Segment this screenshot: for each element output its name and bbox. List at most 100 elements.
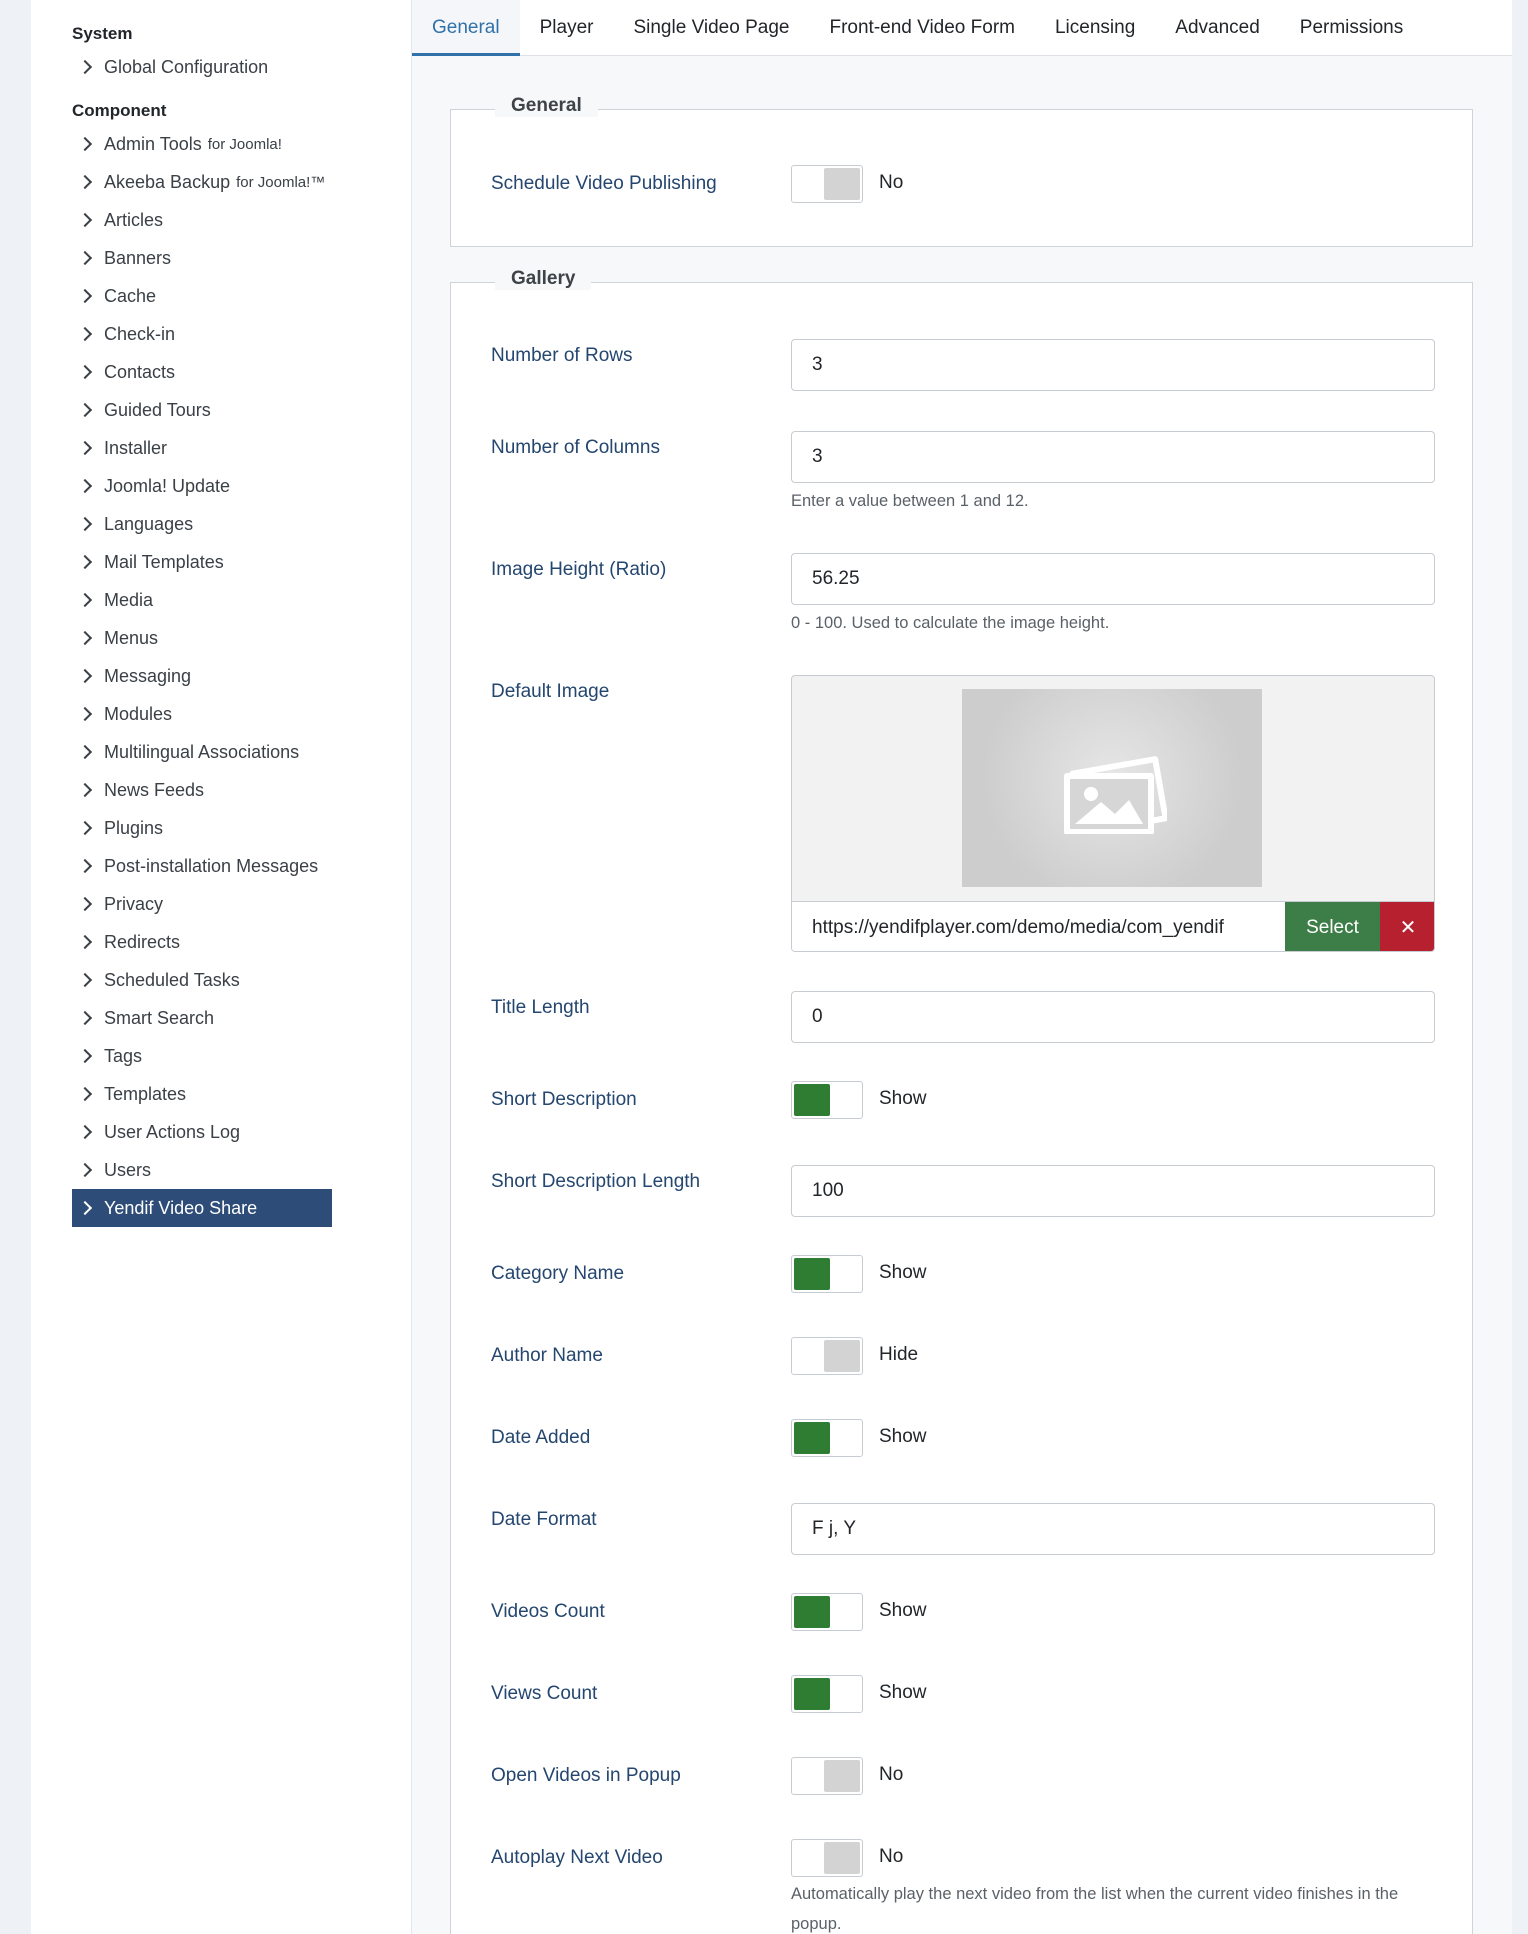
tab-player[interactable]: Player (520, 0, 614, 55)
autoplay-next-video-switch[interactable] (791, 1839, 863, 1877)
sidebar-item-plugins[interactable]: Plugins (72, 809, 332, 847)
switch-knob (824, 1760, 860, 1792)
sidebar-item-redirects[interactable]: Redirects (72, 923, 332, 961)
tab-licensing[interactable]: Licensing (1035, 0, 1155, 55)
number-of-columns-input[interactable]: 3 (791, 431, 1435, 483)
date-added-switch[interactable] (791, 1419, 863, 1457)
clear-image-button[interactable]: ✕ (1380, 902, 1434, 951)
default-image-field: https://yendifplayer.com/demo/media/com_… (791, 675, 1435, 952)
sidebar-item-media[interactable]: Media (72, 581, 332, 619)
tab-single-video-page[interactable]: Single Video Page (613, 0, 809, 55)
tab-bar: General Player Single Video Page Front-e… (412, 0, 1512, 56)
sidebar-item-global-configuration[interactable]: Global Configuration (72, 48, 332, 86)
sidebar-item-guided-tours[interactable]: Guided Tours (72, 391, 332, 429)
date-added-label: Date Added (491, 1427, 591, 1448)
chevron-right-icon (77, 1162, 93, 1178)
sidebar-item-user-actions-log[interactable]: User Actions Log (72, 1113, 332, 1151)
gallery-fieldset: Gallery Number of Rows 3 Number of Colum… (450, 268, 1473, 1934)
short-description-length-input[interactable]: 100 (791, 1165, 1435, 1217)
tab-permissions[interactable]: Permissions (1280, 0, 1423, 55)
switch-knob (794, 1678, 830, 1710)
views-count-switch[interactable] (791, 1675, 863, 1713)
chevron-right-icon (77, 326, 93, 342)
tab-advanced[interactable]: Advanced (1155, 0, 1280, 55)
author-name-switch[interactable] (791, 1337, 863, 1375)
chevron-right-icon (77, 820, 93, 836)
open-videos-in-popup-switch[interactable] (791, 1757, 863, 1795)
autoplay-next-video-label: Autoplay Next Video (491, 1847, 663, 1868)
sidebar-item-articles[interactable]: Articles (72, 201, 332, 239)
sidebar-item-contacts[interactable]: Contacts (72, 353, 332, 391)
select-image-button[interactable]: Select (1285, 902, 1380, 951)
sidebar-item-menus[interactable]: Menus (72, 619, 332, 657)
sidebar-item-messaging[interactable]: Messaging (72, 657, 332, 695)
general-fieldset: General Schedule Video Publishing No (450, 95, 1473, 247)
short-description-switch[interactable] (791, 1081, 863, 1119)
switch-knob (794, 1084, 830, 1116)
switch-knob (824, 1340, 860, 1372)
sidebar-item-label: Media (104, 589, 154, 610)
image-height-help: 0 - 100. Used to calculate the image hei… (791, 614, 1110, 632)
sidebar-item-mail-templates[interactable]: Mail Templates (72, 543, 332, 581)
sidebar-item-multilingual-associations[interactable]: Multilingual Associations (72, 733, 332, 771)
sidebar-item-templates[interactable]: Templates (72, 1075, 332, 1113)
sidebar-item-label: Menus (104, 627, 159, 648)
sidebar-item-tags[interactable]: Tags (72, 1037, 332, 1075)
sidebar-item-akeeba-backup[interactable]: Akeeba Backup for Joomla!™ (72, 163, 332, 201)
sidebar-item-scheduled-tasks[interactable]: Scheduled Tasks (72, 961, 332, 999)
sidebar-item-label: Banners (104, 247, 172, 268)
schedule-video-publishing-state: No (879, 172, 904, 193)
sidebar-item-admin-tools[interactable]: Admin Tools for Joomla! (72, 125, 332, 163)
sidebar-item-modules[interactable]: Modules (72, 695, 332, 733)
chevron-right-icon (77, 250, 93, 266)
category-name-switch[interactable] (791, 1255, 863, 1293)
sidebar-item-label: Languages (104, 513, 194, 534)
date-format-input[interactable]: F j, Y (791, 1503, 1435, 1555)
sidebar-item-cache[interactable]: Cache (72, 277, 332, 315)
tab-front-end-video-form[interactable]: Front-end Video Form (809, 0, 1035, 55)
default-image-url-input[interactable]: https://yendifplayer.com/demo/media/com_… (792, 902, 1285, 951)
tab-general[interactable]: General (412, 0, 520, 56)
number-of-rows-input[interactable]: 3 (791, 339, 1435, 391)
sidebar-item-post-installation-messages[interactable]: Post-installation Messages (72, 847, 332, 885)
sidebar-item-installer[interactable]: Installer (72, 429, 332, 467)
sidebar-item-users[interactable]: Users (72, 1151, 332, 1189)
title-length-input[interactable]: 0 (791, 991, 1435, 1043)
title-length-label: Title Length (491, 997, 590, 1018)
sidebar-item-joomla-update[interactable]: Joomla! Update (72, 467, 332, 505)
videos-count-switch[interactable] (791, 1593, 863, 1631)
sidebar-item-suffix: for Joomla!™ (236, 173, 326, 191)
sidebar-item-banners[interactable]: Banners (72, 239, 332, 277)
sidebar-item-check-in[interactable]: Check-in (72, 315, 332, 353)
schedule-video-publishing-switch[interactable] (791, 165, 863, 203)
sidebar-item-yendif-video-share[interactable]: Yendif Video Share (72, 1189, 332, 1227)
chevron-right-icon (77, 744, 93, 760)
main-panel: General Player Single Video Page Front-e… (412, 0, 1512, 1934)
sidebar-item-label: Cache (104, 285, 157, 306)
image-height-input[interactable]: 56.25 (791, 553, 1435, 605)
sidebar-item-label: Messaging (104, 665, 192, 686)
sidebar-item-label: Scheduled Tasks (104, 969, 240, 990)
sidebar-item-privacy[interactable]: Privacy (72, 885, 332, 923)
short-description-label: Short Description (491, 1089, 637, 1110)
number-of-rows-label: Number of Rows (491, 345, 633, 366)
chevron-right-icon (77, 896, 93, 912)
chevron-right-icon (77, 288, 93, 304)
chevron-right-icon (77, 478, 93, 494)
open-videos-in-popup-label: Open Videos in Popup (491, 1765, 681, 1786)
chevron-right-icon (77, 554, 93, 570)
sidebar-item-label: Check-in (104, 323, 176, 344)
chevron-right-icon (77, 706, 93, 722)
sidebar-item-languages[interactable]: Languages (72, 505, 332, 543)
chevron-right-icon (77, 630, 93, 646)
sidebar-item-smart-search[interactable]: Smart Search (72, 999, 332, 1037)
sidebar-item-news-feeds[interactable]: News Feeds (72, 771, 332, 809)
date-added-state: Show (879, 1426, 927, 1447)
sidebar-item-label: Users (104, 1159, 152, 1180)
sidebar-item-label: Privacy (104, 893, 164, 914)
chevron-right-icon (77, 1048, 93, 1064)
sidebar-item-label: News Feeds (104, 779, 205, 800)
switch-knob (824, 1842, 860, 1874)
switch-knob (794, 1258, 830, 1290)
chevron-right-icon (77, 364, 93, 380)
